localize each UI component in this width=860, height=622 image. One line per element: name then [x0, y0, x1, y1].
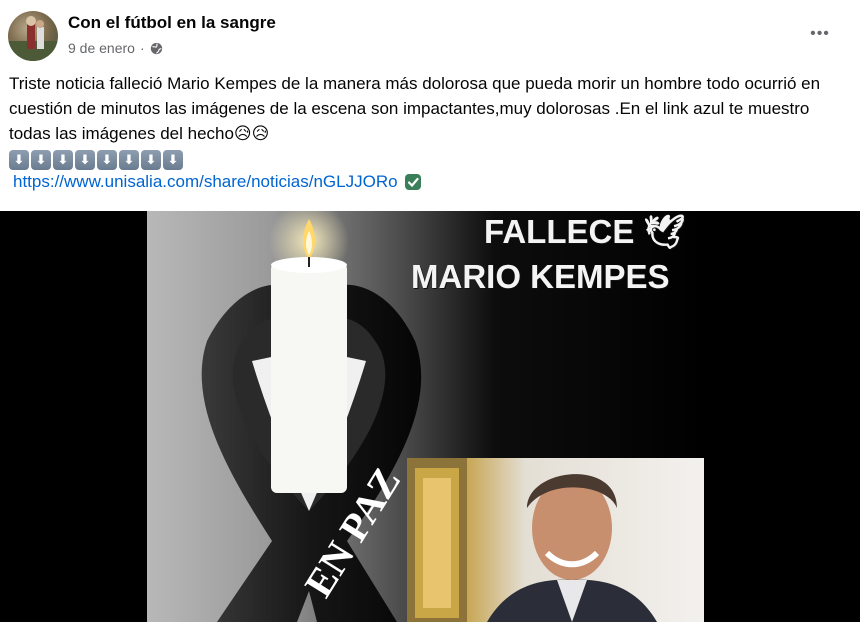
down-arrow-icon: ⬇ [53, 150, 73, 170]
globe-icon [150, 42, 163, 55]
verified-check-icon [404, 173, 422, 191]
more-options-button[interactable]: ••• [806, 20, 834, 48]
down-arrow-icon: ⬇ [119, 150, 139, 170]
page-avatar[interactable] [8, 11, 58, 61]
post-text: Triste noticia falleció Mario Kempes de … [9, 74, 821, 143]
headline-line2: MARIO KEMPES [411, 258, 670, 295]
down-arrow-icon: ⬇ [9, 150, 29, 170]
link-row: https://www.unisalia.com/share/noticias/… [13, 172, 422, 192]
post-header: Con el fútbol en la sangre 9 de enero · … [0, 0, 860, 70]
post-meta: 9 de enero · [68, 40, 163, 56]
post-date[interactable]: 9 de enero [68, 40, 135, 56]
candle-icon [271, 263, 347, 493]
post-image[interactable]: EN PAZ FALLECE 🕊 MARIO KEMPES [0, 211, 860, 622]
arrows-row: ⬇ ⬇ ⬇ ⬇ ⬇ ⬇ ⬇ ⬇ [9, 150, 183, 172]
portrait-photo [407, 458, 704, 622]
down-arrow-icon: ⬇ [141, 150, 161, 170]
more-icon: ••• [810, 25, 830, 42]
meta-separator: · [139, 40, 145, 56]
down-arrow-icon: ⬇ [31, 150, 51, 170]
headline-line1: FALLECE 🕊 [484, 213, 686, 250]
down-arrow-icon: ⬇ [75, 150, 95, 170]
down-arrow-icon: ⬇ [97, 150, 117, 170]
down-arrow-icon: ⬇ [163, 150, 183, 170]
page-name[interactable]: Con el fútbol en la sangre [68, 13, 276, 33]
post-link[interactable]: https://www.unisalia.com/share/noticias/… [13, 172, 398, 192]
